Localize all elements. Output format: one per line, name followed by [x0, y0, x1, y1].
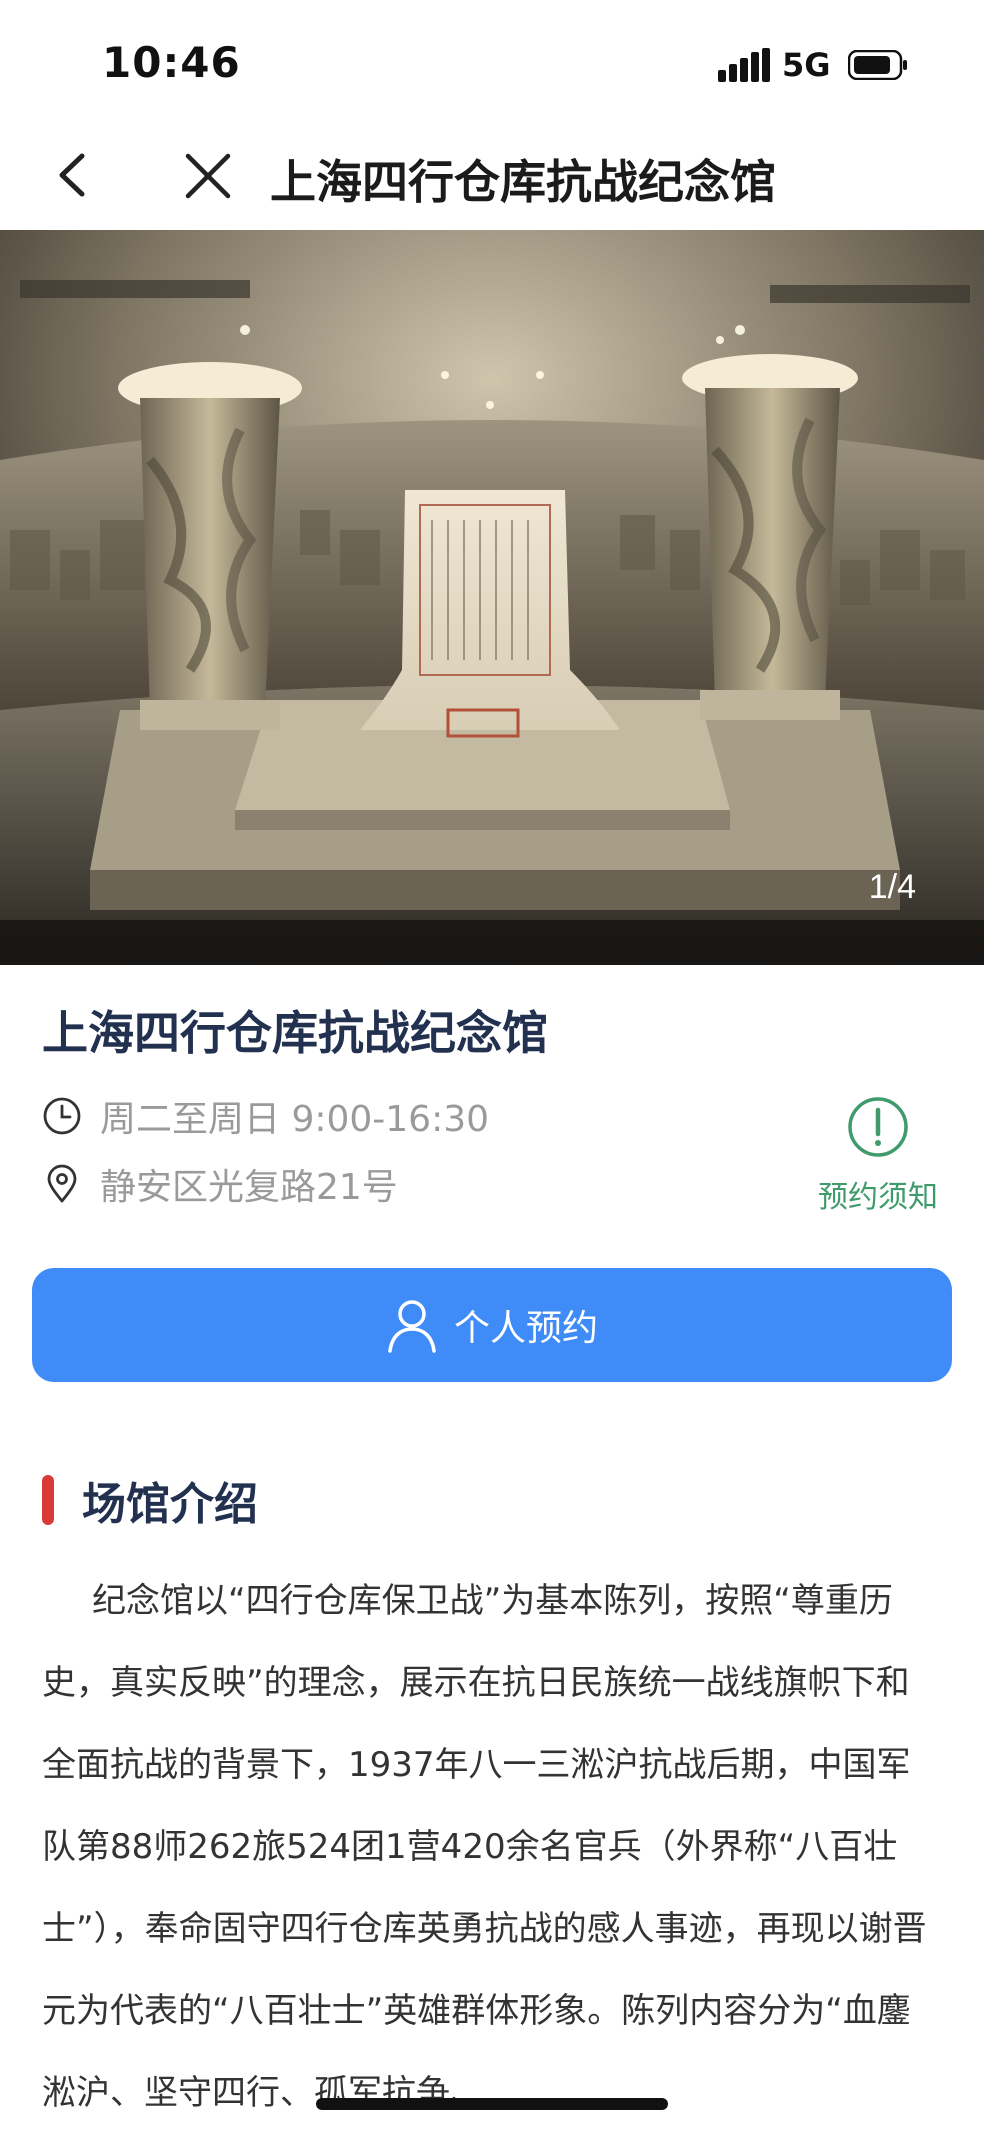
opening-hours-row: 周二至周日 9:00-16:30	[42, 1090, 489, 1142]
intro-section-header: 场馆介绍	[42, 1468, 258, 1532]
address: 静安区光复路21号	[100, 1167, 398, 1208]
hero-photo	[0, 230, 984, 965]
location-icon	[47, 1164, 77, 1203]
opening-hours: 周二至周日 9:00-16:30	[100, 1099, 490, 1140]
booking-notice-link[interactable]: 预约须知	[808, 1096, 948, 1216]
clock-icon	[43, 1097, 81, 1135]
booking-label: 个人预约	[453, 1308, 598, 1349]
personal-booking-button[interactable]: 个人预约	[32, 1268, 952, 1382]
hero-image-carousel[interactable]: 1/4	[0, 230, 984, 965]
intro-paragraph: 纪念馆以“四行仓库保卫战”为基本陈列，按照“尊重历史，真实反映”的理念，展示在抗…	[42, 1581, 927, 2113]
status-time: 10:46	[102, 38, 241, 87]
notice-label: 预约须知	[818, 1180, 938, 1215]
signal-icon	[718, 48, 770, 82]
notice-icon	[848, 1097, 908, 1157]
close-icon[interactable]	[180, 148, 236, 204]
address-row[interactable]: 静安区光复路21号	[42, 1158, 398, 1210]
section-title: 场馆介绍	[82, 1479, 258, 1530]
status-bar: 10:46 5G	[0, 0, 984, 120]
venue-title: 上海四行仓库抗战纪念馆	[42, 1006, 548, 1060]
person-icon	[388, 1300, 436, 1353]
intro-text: 纪念馆以“四行仓库保卫战”为基本陈列，按照“尊重历史，真实反映”的理念，展示在抗…	[42, 1560, 942, 2130]
gallery-counter: 1/4	[868, 868, 916, 906]
home-indicator[interactable]	[316, 2098, 668, 2110]
nav-bar: 上海四行仓库抗战纪念馆	[0, 120, 984, 230]
section-accent-bar	[42, 1475, 54, 1525]
back-icon[interactable]	[48, 144, 104, 206]
network-type: 5G	[782, 46, 831, 84]
nav-title: 上海四行仓库抗战纪念馆	[270, 155, 776, 209]
battery-icon	[848, 50, 907, 80]
